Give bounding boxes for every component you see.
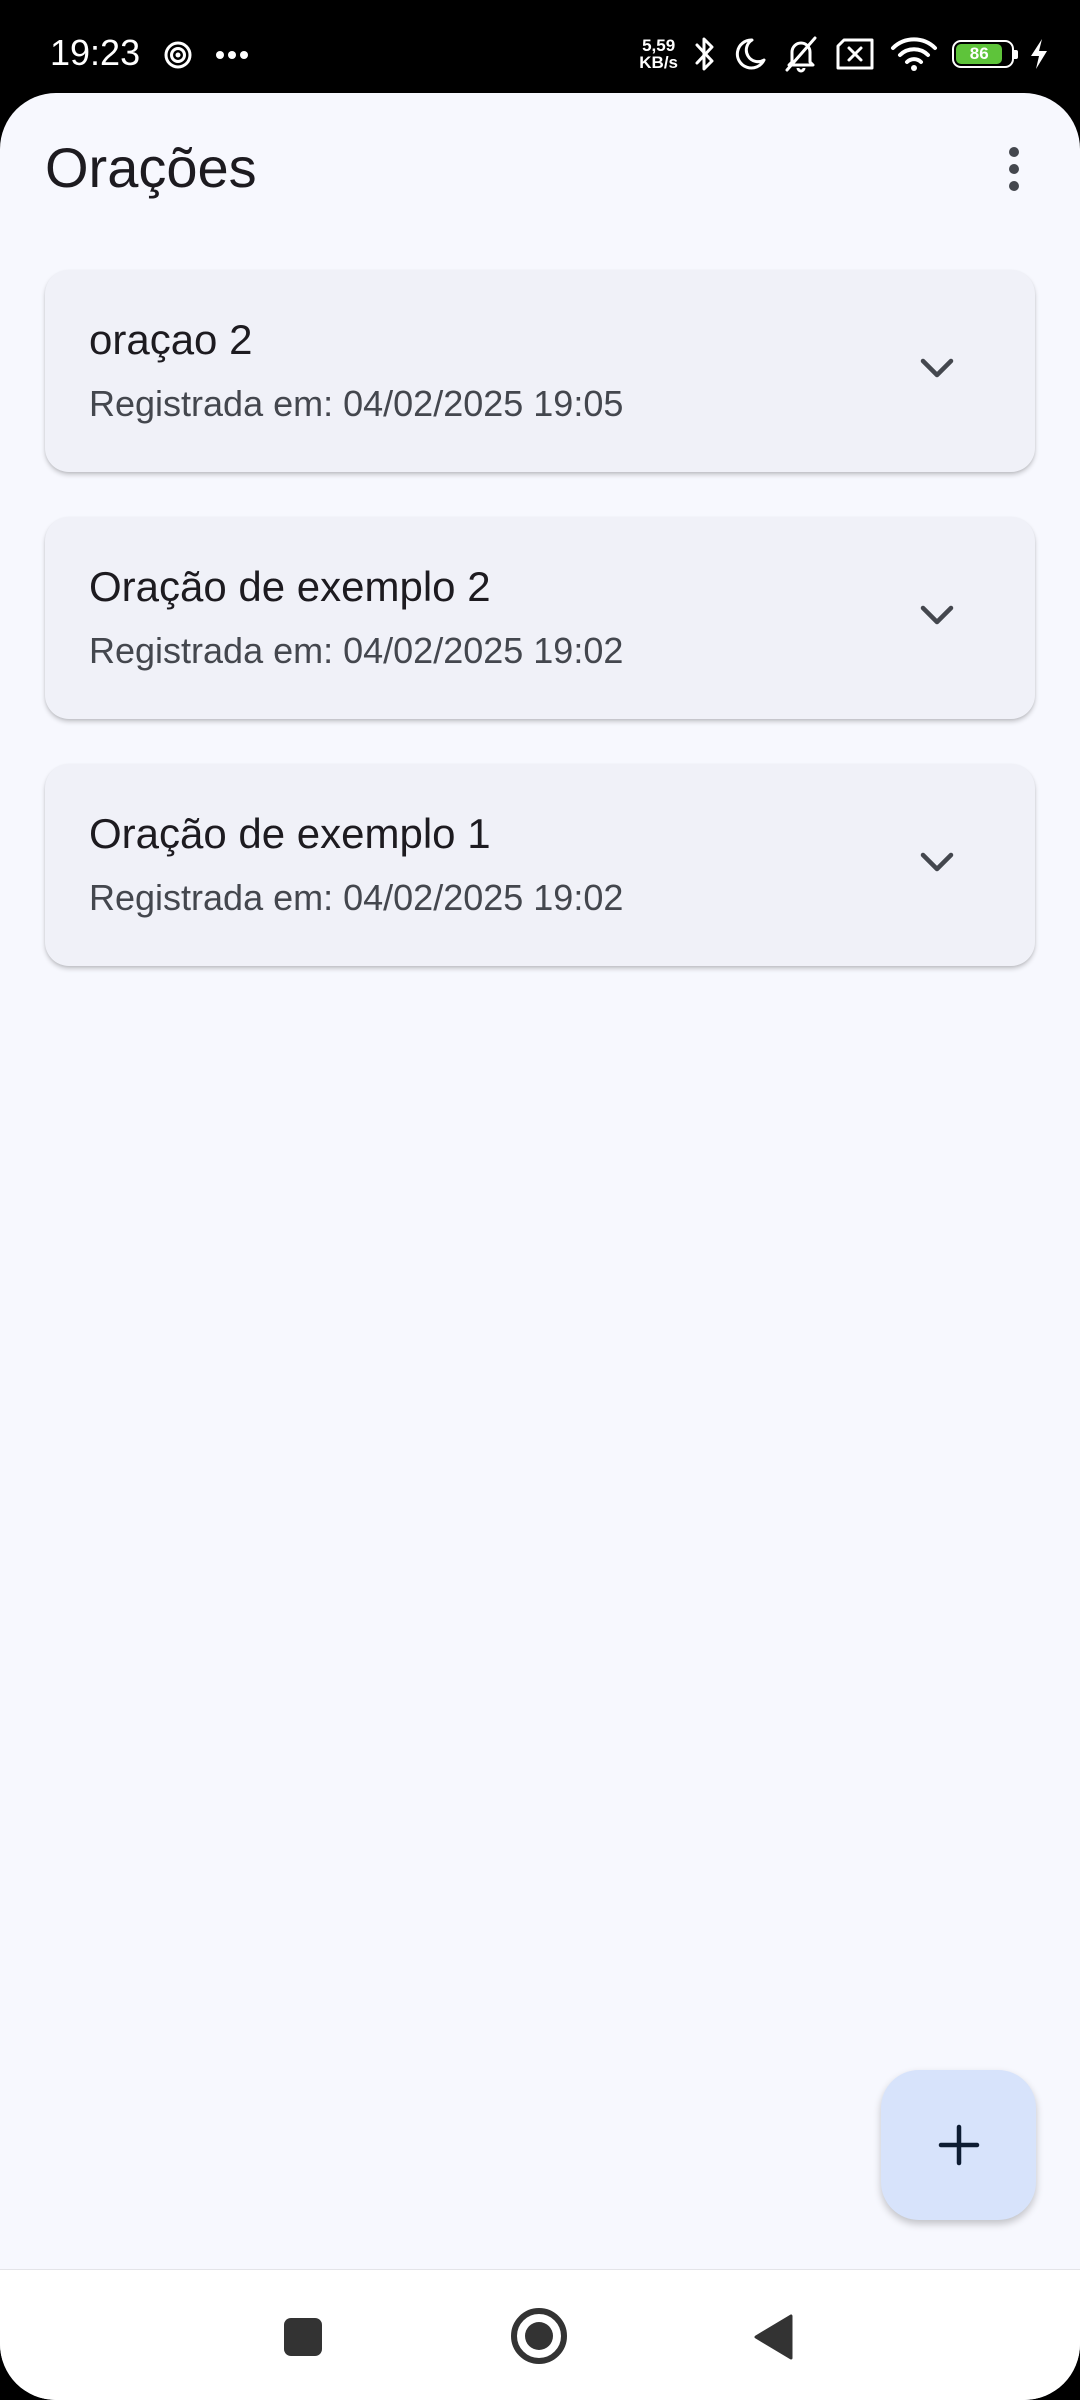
status-right-icons: 5,59 KB/s 86 [639, 34, 1050, 74]
moon-icon [735, 38, 766, 70]
net-speed-value: 5,59 [642, 36, 676, 55]
battery-icon: 86 [952, 40, 1018, 68]
recents-square-icon[interactable] [284, 2318, 322, 2356]
add-prayer-button[interactable] [881, 2070, 1036, 2220]
prayer-title: oraçao 2 [89, 316, 253, 363]
prayer-card[interactable]: Oração de exemplo 1 Registrada em: 04/02… [45, 764, 1035, 966]
net-speed: 5,59 KB/s [639, 37, 678, 71]
more-dots-icon [216, 51, 248, 59]
more-vert-icon[interactable] [990, 139, 1038, 199]
battery-level: 86 [956, 44, 1003, 64]
status-time: 19:23 [50, 32, 141, 73]
prayer-date: Registrada em: 04/02/2025 19:05 [89, 383, 624, 424]
add-icon [938, 2124, 979, 2166]
sim-x-icon [836, 38, 874, 70]
prayer-card[interactable]: Oração de exemplo 2 Registrada em: 04/02… [45, 517, 1035, 719]
page-title: Orações [45, 136, 257, 199]
back-triangle-icon[interactable] [753, 2313, 793, 2361]
bluetooth-icon [695, 37, 714, 71]
prayer-card[interactable]: oraçao 2 Registrada em: 04/02/2025 19:05 [45, 270, 1035, 472]
charging-icon [1031, 39, 1047, 69]
prayer-list: oraçao 2 Registrada em: 04/02/2025 19:05… [45, 270, 1035, 966]
wifi-icon [891, 37, 937, 71]
prayer-date: Registrada em: 04/02/2025 19:02 [89, 877, 624, 918]
prayer-title: Oração de exemplo 1 [89, 810, 491, 857]
chevron-down-icon[interactable] [919, 850, 955, 874]
prayer-title: Oração de exemplo 2 [89, 563, 491, 610]
app-screen: Orações oraçao 2 Registrada em: 04/02/20… [0, 93, 1080, 2400]
chevron-down-icon[interactable] [919, 356, 955, 380]
home-circle-icon[interactable] [511, 2308, 567, 2364]
prayer-date: Registrada em: 04/02/2025 19:02 [89, 630, 624, 671]
system-navigation-bar [0, 2269, 1080, 2400]
status-left-icons [163, 40, 249, 70]
chevron-down-icon[interactable] [919, 603, 955, 627]
hotspot-icon [164, 41, 192, 69]
net-speed-unit: KB/s [639, 53, 678, 72]
bell-off-icon [785, 36, 817, 73]
